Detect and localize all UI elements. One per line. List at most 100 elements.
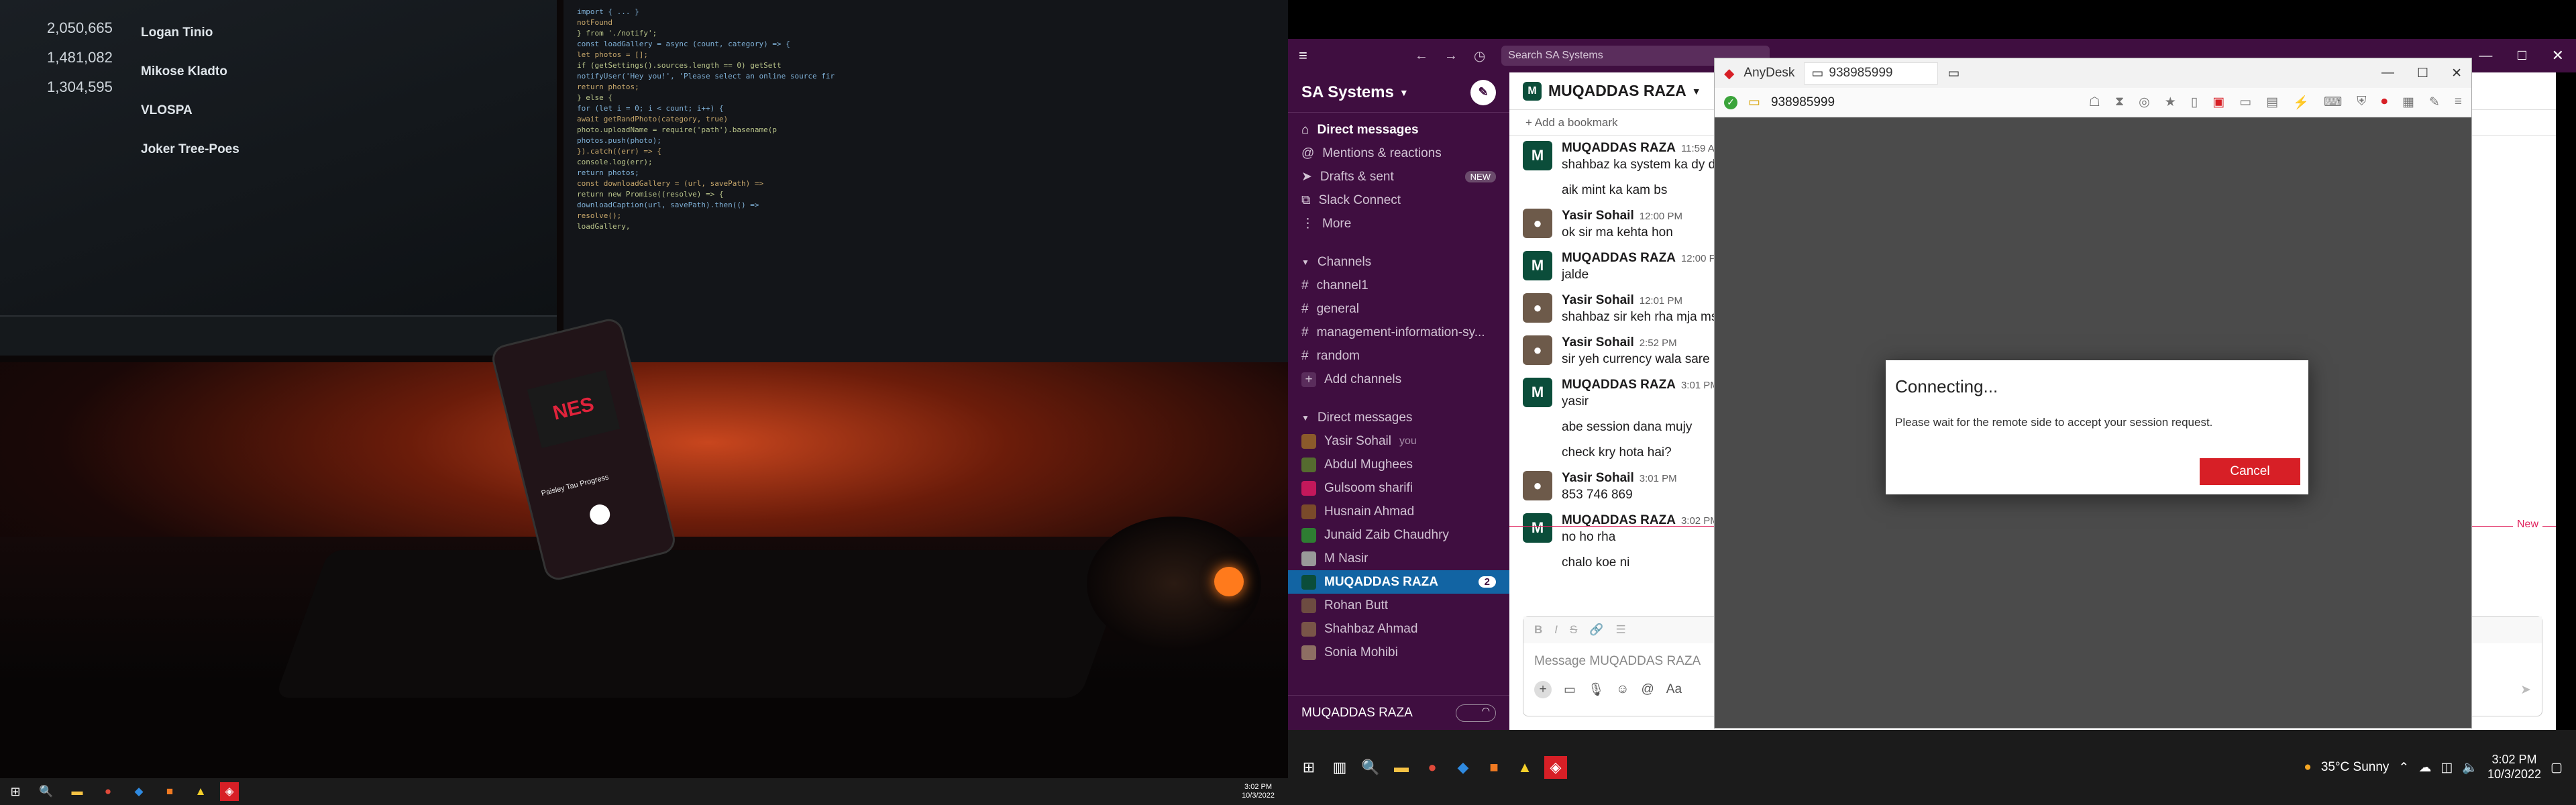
italic-icon[interactable]: I [1554, 623, 1558, 637]
huddle-toggle-icon[interactable]: ◠ [1456, 704, 1496, 722]
dm-item[interactable]: Junaid Zaib Chaudhry [1288, 523, 1509, 547]
star-icon[interactable]: ★ [2165, 95, 2176, 111]
dm-item[interactable]: Yasir Sohail you [1288, 429, 1509, 453]
message-author[interactable]: MUQADDAS RAZA [1562, 378, 1676, 392]
sidebar-item[interactable]: ➤ Drafts & sent NEW [1288, 165, 1509, 189]
channels-header[interactable]: ▼ Channels [1288, 250, 1509, 274]
toolbar-icon[interactable]: ☖ [2089, 95, 2100, 111]
mention-icon[interactable]: @ [1641, 682, 1654, 697]
message-author[interactable]: Yasir Sohail [1562, 471, 1634, 485]
app-icon[interactable]: ▲ [1513, 756, 1536, 779]
toolbar-icon[interactable]: ◎ [2139, 95, 2150, 111]
strike-icon[interactable]: S [1570, 623, 1577, 637]
new-tab-icon[interactable]: ▭ [1947, 66, 1960, 81]
maximize-icon[interactable]: ☐ [2504, 49, 2539, 63]
record-icon[interactable]: ⏺ [2381, 95, 2388, 111]
xampp-icon[interactable]: ■ [158, 780, 181, 803]
anydesk-icon[interactable]: ◈ [220, 782, 239, 801]
clock[interactable]: 3:02 PM 10/3/2022 [1242, 783, 1275, 800]
clock[interactable]: 3:02 PM 10/3/2022 [2487, 753, 2541, 782]
plus-icon[interactable]: + [1534, 681, 1552, 698]
dm-header[interactable]: ▼ Direct messages [1288, 406, 1509, 429]
search-icon[interactable]: 🔍 [1359, 756, 1382, 779]
back-icon[interactable]: ← [1415, 48, 1428, 64]
hamburger-icon[interactable]: ≡ [1299, 47, 1307, 64]
dm-item[interactable]: Rohan Butt [1288, 594, 1509, 617]
channel-item[interactable]: # channel1 [1288, 274, 1509, 297]
channel-item[interactable]: # random [1288, 344, 1509, 368]
dm-item[interactable]: Husnain Ahmad [1288, 500, 1509, 523]
bold-icon[interactable]: B [1534, 623, 1542, 637]
dm-item[interactable]: Shahbaz Ahmad [1288, 617, 1509, 641]
monitor-icon[interactable]: ▭ [1748, 95, 1760, 110]
message-time[interactable]: 12:00 PM [1640, 211, 1682, 222]
message-time[interactable]: 12:01 PM [1640, 295, 1682, 307]
lightning-icon[interactable]: ⚡ [2293, 95, 2309, 111]
pen-icon[interactable]: ✎ [2429, 95, 2440, 111]
sidebar-item[interactable]: ⌂ Direct messages [1288, 118, 1509, 142]
message-author[interactable]: Yasir Sohail [1562, 293, 1634, 307]
message-time[interactable]: 3:01 PM [1640, 473, 1677, 484]
text-format-icon[interactable]: Aa [1666, 682, 1682, 697]
chrome-icon[interactable]: ● [97, 780, 119, 803]
address-field[interactable]: 938985999 [1771, 95, 1835, 110]
toolbar-icon[interactable]: ▯ [2191, 95, 2198, 111]
cancel-button[interactable]: Cancel [2200, 458, 2300, 485]
workspace-header[interactable]: SA Systems ▼ ✎ [1288, 72, 1509, 113]
minimize-icon[interactable]: — [2381, 66, 2394, 80]
message-author[interactable]: Yasir Sohail [1562, 335, 1634, 350]
toolbar-icon[interactable]: ▣ [2212, 95, 2224, 111]
video-icon[interactable]: ▭ [1564, 682, 1576, 698]
sidebar-item[interactable]: @ Mentions & reactions [1288, 142, 1509, 165]
cloud-icon[interactable]: ☁ [2418, 760, 2431, 775]
app-icon[interactable]: ▲ [189, 780, 212, 803]
message-author[interactable]: MUQADDAS RAZA [1562, 513, 1676, 527]
start-icon[interactable]: ⊞ [1297, 756, 1320, 779]
close-icon[interactable]: ✕ [2540, 47, 2576, 64]
xampp-icon[interactable]: ■ [1483, 756, 1505, 779]
sidebar-item[interactable]: ⋮ More [1288, 212, 1509, 235]
send-icon[interactable]: ➤ [2520, 682, 2531, 698]
anydesk-icon[interactable]: ◈ [1544, 756, 1567, 779]
compose-icon[interactable]: ✎ [1470, 79, 1496, 105]
message-time[interactable]: 3:02 PM [1681, 515, 1719, 527]
toolbar-icon[interactable]: ⛨ [2357, 95, 2366, 111]
menu-icon[interactable]: ≡ [2455, 95, 2462, 111]
weather-text[interactable]: 35°C Sunny [2321, 760, 2390, 775]
list-icon[interactable]: ☰ [1616, 623, 1626, 637]
message-author[interactable]: Yasir Sohail [1562, 209, 1634, 223]
notifications-icon[interactable]: ▢ [2551, 760, 2563, 775]
volume-icon[interactable]: 🔈 [2462, 759, 2478, 775]
file-explorer-icon[interactable]: ▬ [66, 780, 89, 803]
maximize-icon[interactable]: ☐ [2417, 66, 2428, 81]
dm-item[interactable]: M Nasir [1288, 547, 1509, 570]
keyboard-icon[interactable]: ⌨ [2324, 95, 2342, 111]
start-icon[interactable]: ⊞ [4, 780, 27, 803]
chat-icon[interactable]: ▤ [2266, 95, 2278, 111]
forward-icon[interactable]: → [1444, 48, 1458, 64]
file-explorer-icon[interactable]: ▬ [1390, 756, 1413, 779]
emoji-icon[interactable]: ☺ [1616, 682, 1629, 697]
network-icon[interactable]: ◫ [2440, 760, 2453, 775]
dm-item[interactable]: Sonia Mohibi [1288, 641, 1509, 664]
chrome-icon[interactable]: ● [1421, 756, 1444, 779]
toolbar-icon[interactable]: ▦ [2402, 95, 2414, 111]
chevron-up-icon[interactable]: ⌃ [2398, 760, 2409, 775]
dm-item[interactable]: Gulsoom sharifi [1288, 476, 1509, 500]
history-icon[interactable]: ◷ [1474, 48, 1485, 64]
message-time[interactable]: 3:01 PM [1681, 380, 1719, 391]
message-time[interactable]: 2:52 PM [1640, 337, 1677, 349]
toolbar-icon[interactable]: ⧗ [2115, 95, 2124, 111]
add-channels-button[interactable]: + Add channels [1288, 368, 1509, 391]
session-tab[interactable]: ▭ 938985999 [1804, 62, 1939, 85]
weather-icon[interactable]: ● [2304, 760, 2311, 775]
link-icon[interactable]: 🔗 [1589, 623, 1603, 637]
dm-item[interactable]: MUQADDAS RAZA 2 [1288, 570, 1509, 594]
vscode-icon[interactable]: ◆ [1452, 756, 1474, 779]
mic-icon[interactable]: 🎙 [1588, 682, 1604, 698]
message-author[interactable]: MUQADDAS RAZA [1562, 251, 1676, 265]
dm-item[interactable]: Abdul Mughees [1288, 453, 1509, 476]
vscode-icon[interactable]: ◆ [127, 780, 150, 803]
channel-item[interactable]: # general [1288, 297, 1509, 321]
sidebar-item[interactable]: ⧉ Slack Connect [1288, 189, 1509, 212]
